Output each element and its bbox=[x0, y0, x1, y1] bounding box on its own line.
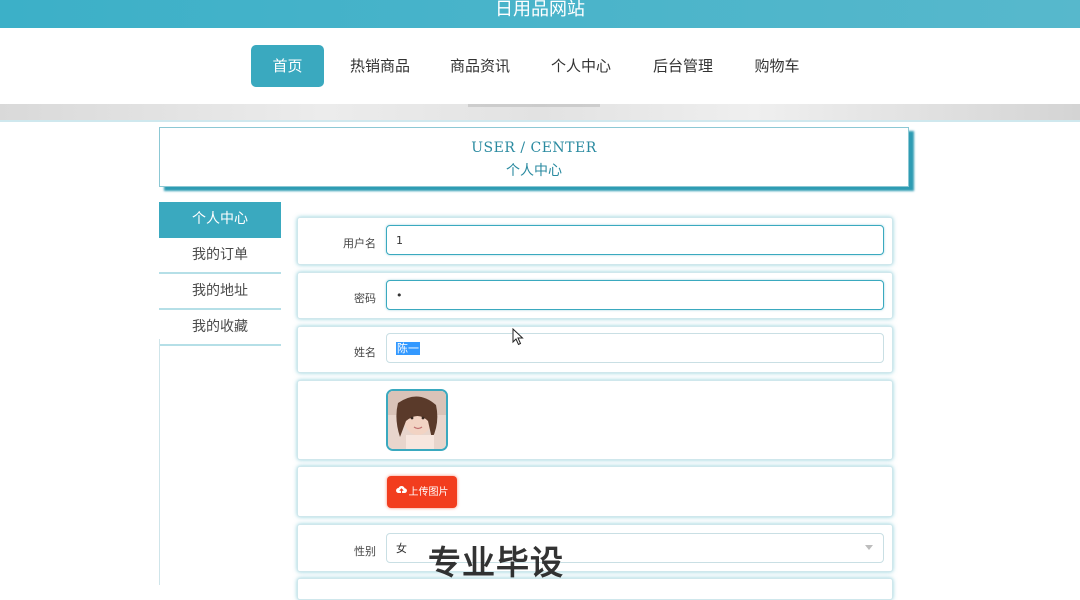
heading-chinese: 个人中心 bbox=[506, 163, 562, 179]
row-upload: 上传图片 bbox=[297, 466, 893, 517]
row-username: 用户名 1 bbox=[297, 217, 893, 265]
banner-strip bbox=[0, 104, 1080, 122]
watermark-text: 专业毕设 bbox=[428, 543, 564, 582]
name-label: 姓名 bbox=[354, 346, 376, 359]
row-gender: 性别 女 bbox=[297, 524, 893, 572]
side-item-my-orders[interactable]: 我的订单 bbox=[159, 238, 281, 274]
nav-hot-products[interactable]: 热销商品 bbox=[342, 45, 418, 87]
chevron-down-icon bbox=[865, 545, 873, 550]
nav-cart[interactable]: 购物车 bbox=[746, 45, 808, 87]
avatar[interactable] bbox=[386, 389, 448, 451]
upload-label: 上传图片 bbox=[408, 487, 449, 498]
gender-value: 女 bbox=[396, 542, 407, 555]
upload-image-button[interactable]: 上传图片 bbox=[387, 476, 457, 508]
row-name: 姓名 陈一 bbox=[297, 326, 893, 373]
gender-label: 性别 bbox=[354, 545, 376, 558]
main-nav: 首页 热销商品 商品资讯 个人中心 后台管理 购物车 bbox=[0, 28, 1080, 104]
site-title: 日用品网站 bbox=[495, 0, 585, 20]
side-item-user-center[interactable]: 个人中心 bbox=[159, 202, 281, 238]
user-center-heading: USER / CENTER 个人中心 bbox=[159, 127, 909, 187]
avatar-photo-icon bbox=[388, 391, 446, 449]
nav-product-news[interactable]: 商品资讯 bbox=[442, 45, 518, 87]
row-next bbox=[297, 578, 893, 600]
heading-english: USER / CENTER bbox=[471, 140, 597, 156]
password-label: 密码 bbox=[354, 292, 376, 305]
site-header: 日用品网站 bbox=[0, 0, 1080, 28]
nav-home[interactable]: 首页 bbox=[251, 45, 324, 87]
nav-user-center[interactable]: 个人中心 bbox=[543, 45, 619, 87]
row-password: 密码 • bbox=[297, 272, 893, 319]
username-label: 用户名 bbox=[343, 237, 376, 250]
side-divider bbox=[159, 339, 160, 585]
name-value: 陈一 bbox=[396, 342, 420, 355]
nav-admin[interactable]: 后台管理 bbox=[645, 45, 721, 87]
row-avatar bbox=[297, 380, 893, 460]
side-menu: 个人中心 我的订单 我的地址 我的收藏 bbox=[159, 202, 281, 346]
side-item-my-favorites[interactable]: 我的收藏 bbox=[159, 310, 281, 346]
mouse-cursor-icon bbox=[512, 327, 524, 350]
cloud-upload-icon bbox=[395, 476, 407, 508]
name-input[interactable]: 陈一 bbox=[386, 333, 884, 363]
side-item-my-address[interactable]: 我的地址 bbox=[159, 274, 281, 310]
password-input[interactable]: • bbox=[386, 280, 884, 310]
username-input[interactable]: 1 bbox=[386, 225, 884, 255]
